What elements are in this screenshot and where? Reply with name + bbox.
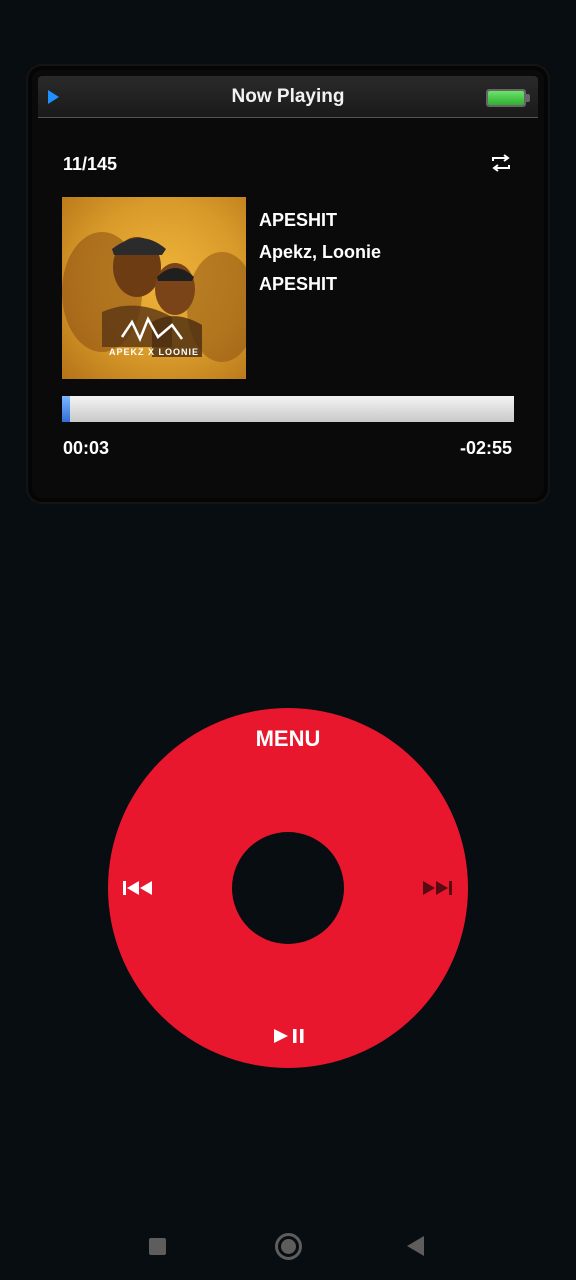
track-album: APESHIT <box>259 274 338 294</box>
menu-button[interactable]: MENU <box>108 726 468 752</box>
track-counter: 11/145 <box>63 154 118 174</box>
center-select-button[interactable] <box>232 832 344 944</box>
recents-square-icon[interactable] <box>149 1238 166 1255</box>
artwork-caption: APEKZ X LOONIE <box>108 347 199 357</box>
title-bar: Now Playing <box>38 76 538 118</box>
track-title: APESHIT <box>259 210 338 230</box>
home-circle-icon[interactable] <box>275 1233 302 1260</box>
previous-track-icon[interactable] <box>122 879 154 897</box>
album-artwork: APEKZ X LOONIE <box>62 197 246 379</box>
track-metadata: APESHIT Apekz, Loonie APESHIT <box>259 204 381 300</box>
play-pause-icon[interactable] <box>272 1026 306 1046</box>
elapsed-time: 00:03 <box>63 438 110 458</box>
now-playing-screen: Now Playing 11/145 APEKZ X LOONIE APESHI… <box>28 66 548 502</box>
repeat-icon[interactable] <box>490 152 512 174</box>
progress-fill <box>62 396 70 422</box>
remaining-time: -02:55 <box>459 438 512 458</box>
track-artist: Apekz, Loonie <box>259 242 382 262</box>
next-track-icon[interactable] <box>421 879 453 897</box>
screen-title: Now Playing <box>231 86 345 107</box>
progress-bar[interactable] <box>62 396 514 422</box>
battery-icon <box>486 89 530 107</box>
system-navigation-bar <box>0 1220 576 1280</box>
battery-level <box>488 91 524 105</box>
back-triangle-icon[interactable] <box>407 1236 424 1256</box>
click-wheel[interactable]: MENU <box>108 708 468 1068</box>
